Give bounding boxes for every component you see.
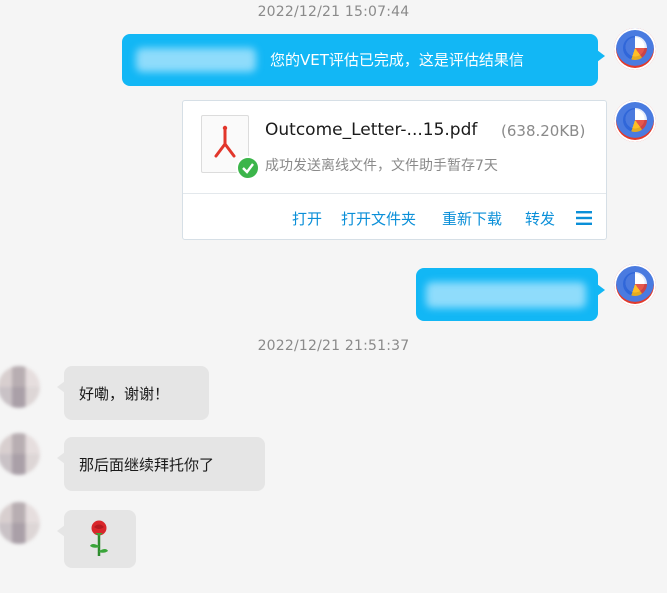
file-message-card[interactable]: Outcome_Letter-...15.pdf (638.20KB) 成功发送… [182,100,607,240]
divider [183,193,606,194]
incoming-message-bubble[interactable]: 那后面继续拜托你了 [57,437,265,491]
file-size: (638.20KB) [501,122,586,140]
outgoing-message-bubble[interactable] [416,268,605,321]
check-icon [236,156,260,180]
menu-icon[interactable] [576,211,592,225]
my-avatar[interactable] [614,28,656,70]
open-folder-link[interactable]: 打开文件夹 [341,208,416,229]
contact-avatar[interactable] [0,366,40,408]
incoming-message-bubble[interactable]: 好嘞，谢谢！ [57,366,209,420]
forward-link[interactable]: 转发 [525,208,555,229]
redacted-text [136,48,256,72]
file-name[interactable]: Outcome_Letter-...15.pdf [265,120,477,140]
my-avatar[interactable] [614,264,656,306]
redacted-text [426,282,586,308]
message-text: 那后面继续拜托你了 [79,456,215,474]
timestamp: 2022/12/21 21:51:37 [257,338,410,354]
rose-icon [86,518,112,562]
outgoing-message-bubble[interactable]: 您的VET评估已完成，这是评估结果信 [122,34,605,86]
incoming-message-bubble[interactable] [57,510,136,568]
file-status: 成功发送离线文件，文件助手暂存7天 [265,158,498,174]
my-avatar[interactable] [614,100,656,142]
message-text: 好嘞，谢谢！ [79,385,170,403]
contact-avatar[interactable] [0,502,40,544]
timestamp: 2022/12/21 15:07:44 [257,4,410,20]
message-text: 您的VET评估已完成，这是评估结果信 [270,51,524,69]
open-file-link[interactable]: 打开 [292,208,322,229]
contact-avatar[interactable] [0,433,40,475]
redownload-link[interactable]: 重新下载 [442,208,502,229]
